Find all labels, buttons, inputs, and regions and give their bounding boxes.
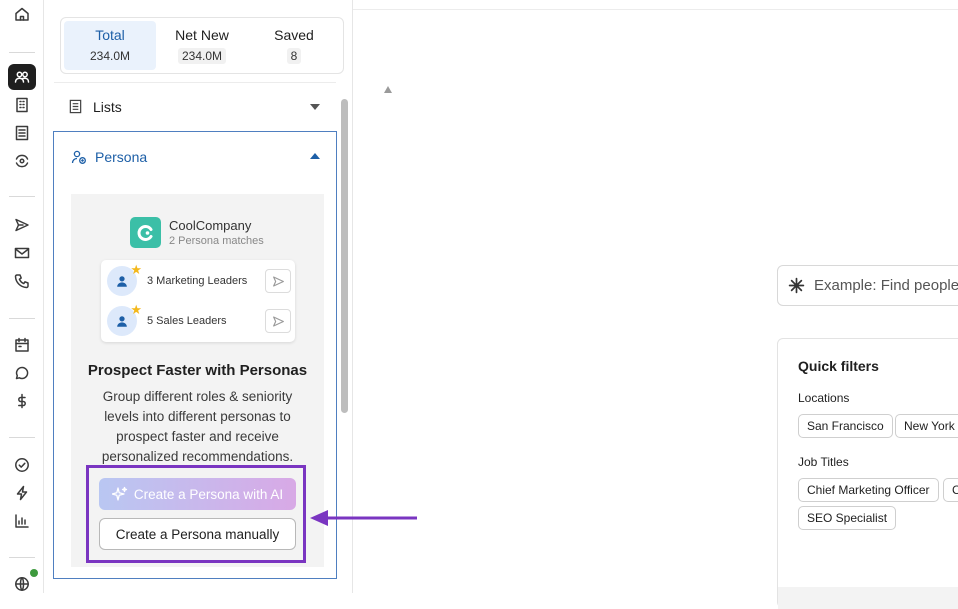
- lists-section-header[interactable]: Lists: [54, 82, 336, 130]
- rail-divider: [9, 52, 35, 53]
- tab-saved-value: 8: [286, 48, 302, 64]
- tab-net-new-label: Net New: [175, 27, 229, 43]
- create-persona-ai-label: Create a Persona with AI: [133, 486, 284, 502]
- create-persona-manual-button[interactable]: Create a Persona manually: [99, 518, 296, 550]
- quick-filters-footer: [778, 587, 958, 609]
- persona-section-header[interactable]: Persona: [54, 132, 336, 182]
- check-circle-icon[interactable]: [11, 454, 33, 476]
- company-logo-icon: [130, 217, 161, 248]
- scrollbar-thumb[interactable]: [341, 99, 348, 413]
- company-persona-matches: 2 Persona matches: [169, 235, 264, 247]
- persona-preview-list: ★ 3 Marketing Leaders ★ 5 Sales Leaders: [101, 260, 295, 342]
- dollar-icon[interactable]: [11, 390, 33, 412]
- chip-job-title[interactable]: Chief Marketing Officer: [798, 478, 939, 502]
- chat-icon[interactable]: [11, 362, 33, 384]
- persona-empty-title: Prospect Faster with Personas: [87, 362, 308, 379]
- quick-filters-title: Quick filters: [798, 358, 879, 374]
- locations-label: Locations: [798, 391, 850, 405]
- company-preview: CoolCompany 2 Persona matches: [130, 217, 264, 248]
- sync-eye-icon[interactable]: [11, 150, 33, 172]
- list-item: ★ 5 Sales Leaders: [107, 302, 291, 340]
- globe-icon[interactable]: [11, 573, 33, 595]
- rail-divider: [9, 196, 35, 197]
- chip-job-title[interactable]: C: [943, 478, 958, 502]
- rail-divider: [9, 437, 35, 438]
- asterisk-icon: [788, 277, 805, 294]
- bolt-icon[interactable]: [11, 482, 33, 504]
- list-icon[interactable]: [11, 122, 33, 144]
- star-icon: ★: [130, 302, 142, 317]
- building-icon[interactable]: [11, 94, 33, 116]
- mail-icon[interactable]: [11, 242, 33, 264]
- job-titles-label: Job Titles: [798, 455, 849, 469]
- create-persona-manual-label: Create a Persona manually: [115, 526, 280, 542]
- create-persona-ai-button[interactable]: Create a Persona with AI: [99, 478, 296, 510]
- quick-filters-card: Quick filters Locations San Francisco Ne…: [777, 338, 958, 609]
- search-placeholder: Example: Find people: [814, 277, 958, 294]
- status-online-dot: [30, 569, 38, 577]
- tab-saved[interactable]: Saved 8: [248, 21, 340, 70]
- user-avatar-icon: ★: [107, 262, 142, 296]
- chevron-up-icon[interactable]: [310, 153, 320, 159]
- send-icon: [265, 309, 291, 333]
- people-icon[interactable]: [8, 64, 36, 90]
- count-tabs: Total 234.0M Net New 234.0M Saved 8: [60, 17, 344, 74]
- company-name: CoolCompany: [169, 218, 252, 233]
- tab-total-value: 234.0M: [89, 49, 131, 63]
- bar-chart-icon[interactable]: [11, 510, 33, 532]
- tab-net-new[interactable]: Net New 234.0M: [156, 21, 248, 70]
- chevron-down-icon[interactable]: [310, 104, 320, 110]
- send-icon: [265, 269, 291, 293]
- nav-rail: [0, 0, 44, 593]
- tab-total[interactable]: Total 234.0M: [64, 21, 156, 70]
- chip-location[interactable]: San Francisco: [798, 414, 893, 438]
- tab-net-new-value: 234.0M: [177, 48, 227, 64]
- calendar-icon[interactable]: [11, 334, 33, 356]
- list-icon: [68, 99, 83, 114]
- tab-total-label: Total: [95, 27, 125, 43]
- sparkle-icon: [111, 486, 127, 501]
- persona-row-label: 3 Marketing Leaders: [147, 275, 248, 287]
- persona-row-label: 5 Sales Leaders: [147, 315, 227, 327]
- user-avatar-icon: ★: [107, 302, 142, 336]
- rail-divider: [9, 318, 35, 319]
- top-bar: [353, 0, 958, 10]
- lists-label: Lists: [93, 98, 122, 115]
- ai-search-input[interactable]: Example: Find people: [777, 265, 958, 306]
- list-item: ★ 3 Marketing Leaders: [107, 262, 291, 300]
- pointer-arrow-icon: [310, 510, 417, 526]
- chip-location[interactable]: New York: [895, 414, 958, 438]
- rail-divider: [9, 557, 35, 558]
- persona-icon: [71, 149, 87, 165]
- send-icon[interactable]: [11, 214, 33, 236]
- persona-label: Persona: [95, 149, 148, 165]
- home-icon[interactable]: [11, 3, 33, 25]
- scroll-up-arrow-icon[interactable]: [384, 86, 392, 93]
- star-icon: ★: [130, 262, 142, 277]
- chip-job-title[interactable]: SEO Specialist: [798, 506, 897, 530]
- phone-icon[interactable]: [11, 270, 33, 292]
- persona-empty-description: Group different roles & seniority levels…: [101, 389, 294, 464]
- tab-saved-label: Saved: [274, 27, 314, 43]
